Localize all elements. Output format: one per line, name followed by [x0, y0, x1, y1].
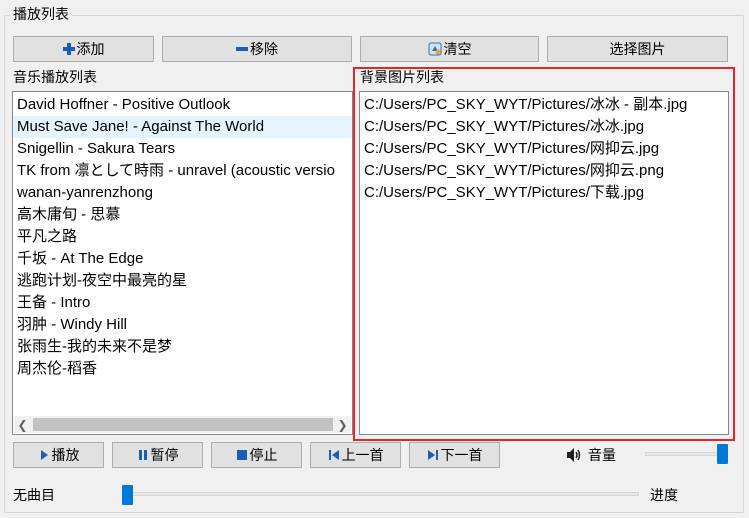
speaker-icon [566, 447, 582, 466]
previous-icon [328, 449, 340, 461]
pause-button[interactable]: 暂停 [112, 442, 203, 468]
progress-label: 进度 [650, 487, 678, 503]
music-list-item[interactable]: David Hoffner - Positive Outlook [13, 94, 352, 116]
add-button[interactable]: 添加 [13, 36, 154, 62]
highlight-frame [353, 67, 735, 441]
group-title: 播放列表 [10, 6, 72, 22]
stop-icon [236, 449, 248, 461]
clear-icon [428, 42, 442, 56]
plus-icon [62, 43, 75, 55]
volume-slider[interactable] [645, 452, 728, 456]
music-list[interactable]: David Hoffner - Positive Outlook Must Sav… [12, 91, 353, 435]
next-label: 下一首 [440, 447, 483, 463]
music-list-item[interactable]: wanan-yanrenzhong [13, 182, 352, 204]
track-status: 无曲目 [13, 487, 55, 503]
progress-slider-handle[interactable] [122, 485, 133, 505]
music-list-item[interactable]: 逃跑计划-夜空中最亮的星 [13, 270, 352, 292]
remove-label: 移除 [250, 41, 278, 57]
music-list-item[interactable]: 平凡之路 [13, 226, 352, 248]
music-list-item[interactable]: 周杰伦-稻香 [13, 358, 352, 380]
scroll-right-icon[interactable]: ❯ [334, 416, 351, 433]
music-list-item[interactable]: 高木庸旬 - 思慕 [13, 204, 352, 226]
scroll-thumb[interactable] [33, 418, 333, 431]
play-button[interactable]: 播放 [13, 442, 104, 468]
play-label: 播放 [51, 447, 80, 463]
add-label: 添加 [76, 41, 105, 57]
volume-label: 音量 [588, 447, 616, 463]
clear-label: 清空 [443, 41, 472, 57]
select-image-button[interactable]: 选择图片 [547, 36, 728, 62]
pause-icon [137, 449, 149, 461]
volume-slider-handle[interactable] [717, 444, 728, 464]
music-list-item[interactable]: Snigellin - Sakura Tears [13, 138, 352, 160]
music-list-item[interactable]: 王备 - Intro [13, 292, 352, 314]
previous-button[interactable]: 上一首 [310, 442, 401, 468]
music-list-title: 音乐播放列表 [13, 69, 97, 85]
music-list-item[interactable]: 千坂 - At The Edge [13, 248, 352, 270]
progress-slider[interactable] [122, 492, 639, 496]
clear-button[interactable]: 清空 [360, 36, 539, 62]
pause-label: 暂停 [150, 447, 179, 463]
play-icon [38, 449, 50, 461]
music-list-item[interactable]: TK from 凛として時雨 - unravel (acoustic versi… [13, 160, 352, 182]
remove-button[interactable]: 移除 [162, 36, 352, 62]
stop-label: 停止 [249, 447, 278, 463]
music-list-item[interactable]: Must Save Jane! - Against The World [13, 116, 352, 138]
music-list-hscrollbar[interactable]: ❮ ❯ [14, 416, 351, 433]
stop-button[interactable]: 停止 [211, 442, 302, 468]
music-list-item[interactable]: 张雨生-我的未来不是梦 [13, 336, 352, 358]
next-icon [427, 449, 439, 461]
minus-icon [236, 43, 248, 55]
select-image-label: 选择图片 [609, 41, 666, 57]
music-list-item[interactable]: 羽肿 - Windy Hill [13, 314, 352, 336]
previous-label: 上一首 [341, 447, 384, 463]
next-button[interactable]: 下一首 [409, 442, 500, 468]
scroll-left-icon[interactable]: ❮ [14, 416, 31, 433]
